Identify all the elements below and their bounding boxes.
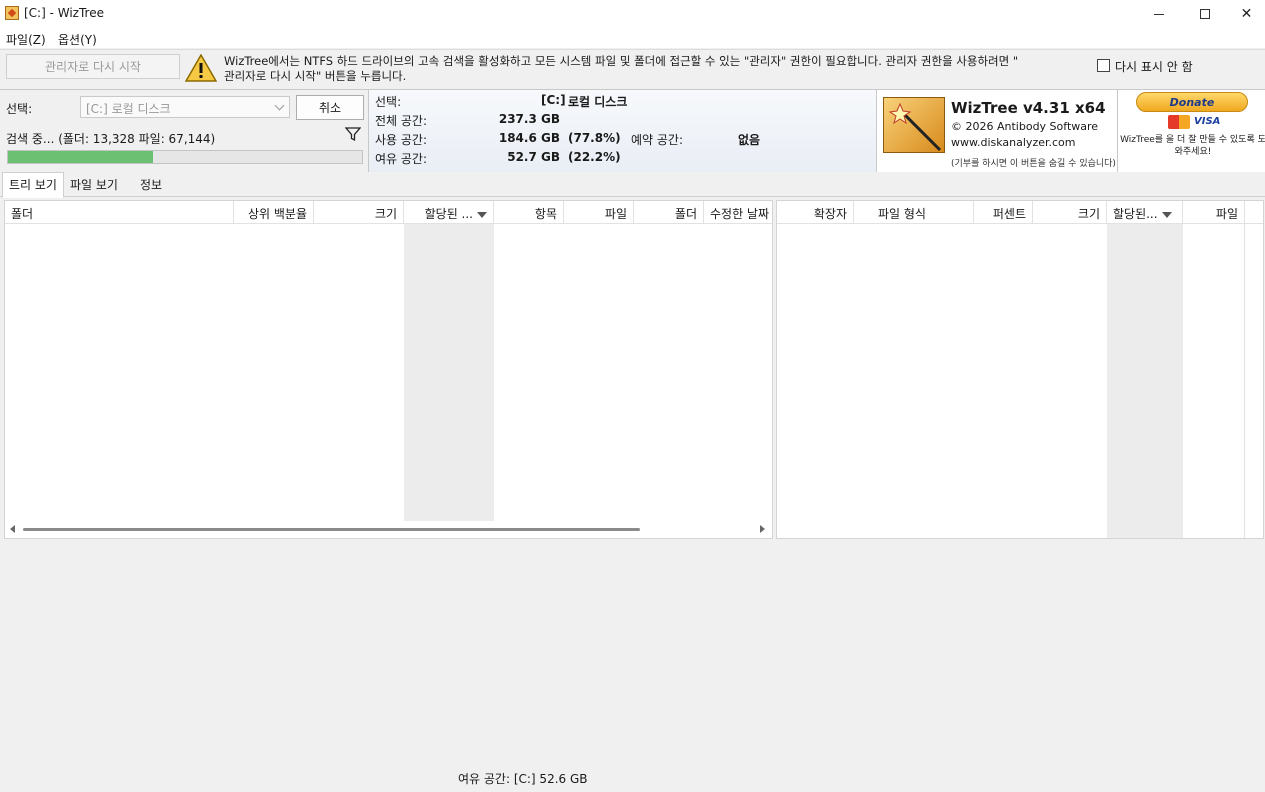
scan-status-text: 검색 중... (폴더: 13,328 파일: 67,144) [6,132,216,146]
ext-column-divider [1244,224,1245,538]
col-allocated-label: 할당된 ... [424,207,473,221]
donate-note: WizTree를 을 더 잘 만들 수 있도록 도와주세요! [1120,135,1265,157]
wiztree-app-icon [5,6,19,20]
payment-cards: VISA [1168,115,1220,129]
drive-select-label: 선택: [375,95,402,109]
ext-allocated-column-shade [1107,224,1183,538]
used-space-value: 184.6 GB [498,131,560,145]
used-space-percent: (77.8%) [568,131,621,145]
admin-warning-line-1: WizTree에서는 NTFS 하드 드라이브의 고속 검색을 활성화하고 모든… [224,54,1019,68]
menu-options[interactable]: 옵션(Y) [58,31,97,48]
admin-warning-bar: 관리자로 다시 시작 WizTree에서는 NTFS 하드 드라이브의 고속 검… [0,49,1265,89]
visa-icon: VISA [1194,116,1221,127]
menu-bar: 파일(Z) 옵션(Y) [0,28,1265,48]
admin-warning-text: WizTree에서는 NTFS 하드 드라이브의 고속 검색을 활성화하고 모든… [224,54,1094,84]
col-parent-percent[interactable]: 상위 백분율 [234,201,314,224]
wand-logo-icon [883,97,945,153]
scan-progress-bar [7,150,363,164]
scan-progress-fill [8,151,154,163]
extension-panel[interactable]: 확장자 파일 형식 퍼센트 크기 할당된... 파일 [776,200,1264,539]
col-folders[interactable]: 폴더 [634,201,704,224]
donate-panel: Donate VISA WizTree를 을 더 잘 만들 수 있도록 도와주세… [1117,90,1265,172]
drive-name: 로컬 디스크 [568,95,628,109]
status-bar: 여유 공간: [C:] 52.6 GB [0,766,1265,788]
scroll-left-icon[interactable] [10,525,15,533]
status-free-space: 여유 공간: [C:] 52.6 GB [458,772,588,786]
scan-controls: 선택: [C:] 로컬 디스크 취소 검색 중... (폴더: 13,328 파… [0,90,368,172]
col-ext-allocated[interactable]: 할당된... [1107,201,1183,224]
scroll-thumb[interactable] [23,528,640,531]
allocated-column-shade [404,224,494,521]
maximize-button[interactable] [1182,0,1228,28]
drive-letter: [C:] [541,93,566,107]
col-file-type[interactable]: 파일 형식 [854,201,974,224]
col-allocated[interactable]: 할당된 ... [404,201,494,224]
brand-url[interactable]: www.diskanalyzer.com [951,136,1076,149]
donate-button[interactable]: Donate [1136,92,1248,112]
window-title: [C:] - WizTree [24,6,104,20]
maximize-icon [1200,9,1210,19]
select-label: 선택: [6,102,33,116]
col-extension[interactable]: 확장자 [777,201,854,224]
close-icon: ✕ [1240,6,1253,22]
col-items[interactable]: 항목 [494,201,564,224]
chevron-down-icon [274,100,285,111]
tab-info[interactable]: 정보 [134,173,168,197]
col-modified[interactable]: 수정한 날짜 [704,201,772,224]
free-space-percent: (22.2%) [568,150,621,164]
brand-donate-note: (기부를 하시면 이 버튼을 숨길 수 있습니다) [951,159,1116,169]
drive-info: 선택: [C:] 로컬 디스크 전체 공간: 237.3 GB 사용 공간: 1… [368,90,876,172]
col-ext-spacer [1245,201,1263,224]
close-button[interactable]: ✕ [1228,0,1265,28]
used-space-label: 사용 공간: [375,133,428,147]
free-space-label: 여유 공간: [375,152,428,166]
warning-icon [185,54,217,82]
total-space-label: 전체 공간: [375,114,428,128]
col-ext-allocated-label: 할당된... [1113,207,1158,221]
scroll-right-icon[interactable] [760,525,765,533]
dont-show-again-label[interactable]: 다시 표시 안 함 [1115,58,1193,75]
col-ext-files[interactable]: 파일 [1183,201,1245,224]
brand-copyright: © 2026 Antibody Software [951,120,1099,133]
dont-show-again-checkbox[interactable] [1097,59,1110,72]
restart-as-admin-button[interactable]: 관리자로 다시 시작 [6,54,180,79]
col-percent[interactable]: 퍼센트 [974,201,1033,224]
drive-select-value: [C:] 로컬 디스크 [86,102,171,116]
view-tabs: 트리 보기 파일 보기 정보 [0,171,1265,198]
brand-panel[interactable]: WizTree v4.31 x64 © 2026 Antibody Softwa… [876,90,1117,172]
horizontal-scrollbar[interactable] [5,521,772,538]
col-files[interactable]: 파일 [564,201,634,224]
filter-icon[interactable] [345,126,361,142]
tab-tree-view[interactable]: 트리 보기 [2,172,64,198]
admin-warning-line-2: 관리자로 다시 시작" 버튼을 누릅니다. [224,69,407,83]
col-folder[interactable]: 폴더 [5,201,234,224]
col-size[interactable]: 크기 [314,201,404,224]
minimize-icon [1154,13,1164,15]
sort-desc-icon [1161,211,1172,218]
brand-title: WizTree v4.31 x64 [951,99,1106,117]
minimize-button[interactable] [1136,0,1182,28]
col-ext-size[interactable]: 크기 [1033,201,1107,224]
mastercard-icon [1168,115,1190,129]
tab-file-view[interactable]: 파일 보기 [64,173,124,197]
reserved-space-label: 예약 공간: [631,133,684,147]
menu-file[interactable]: 파일(Z) [6,31,46,48]
total-space-value: 237.3 GB [498,112,560,126]
free-space-value: 52.7 GB [507,150,560,164]
tree-view-panel[interactable]: 폴더 상위 백분율 크기 할당된 ... 항목 파일 폴더 수정한 날짜 [4,200,773,539]
reserved-space-value: 없음 [738,133,761,147]
title-bar: [C:] - WizTree ✕ [0,0,1265,28]
sort-desc-icon [477,211,487,218]
cancel-button[interactable]: 취소 [296,95,364,120]
drive-select[interactable]: [C:] 로컬 디스크 [80,96,290,118]
info-panel: 선택: [C:] 로컬 디스크 취소 검색 중... (폴더: 13,328 파… [0,89,1265,172]
